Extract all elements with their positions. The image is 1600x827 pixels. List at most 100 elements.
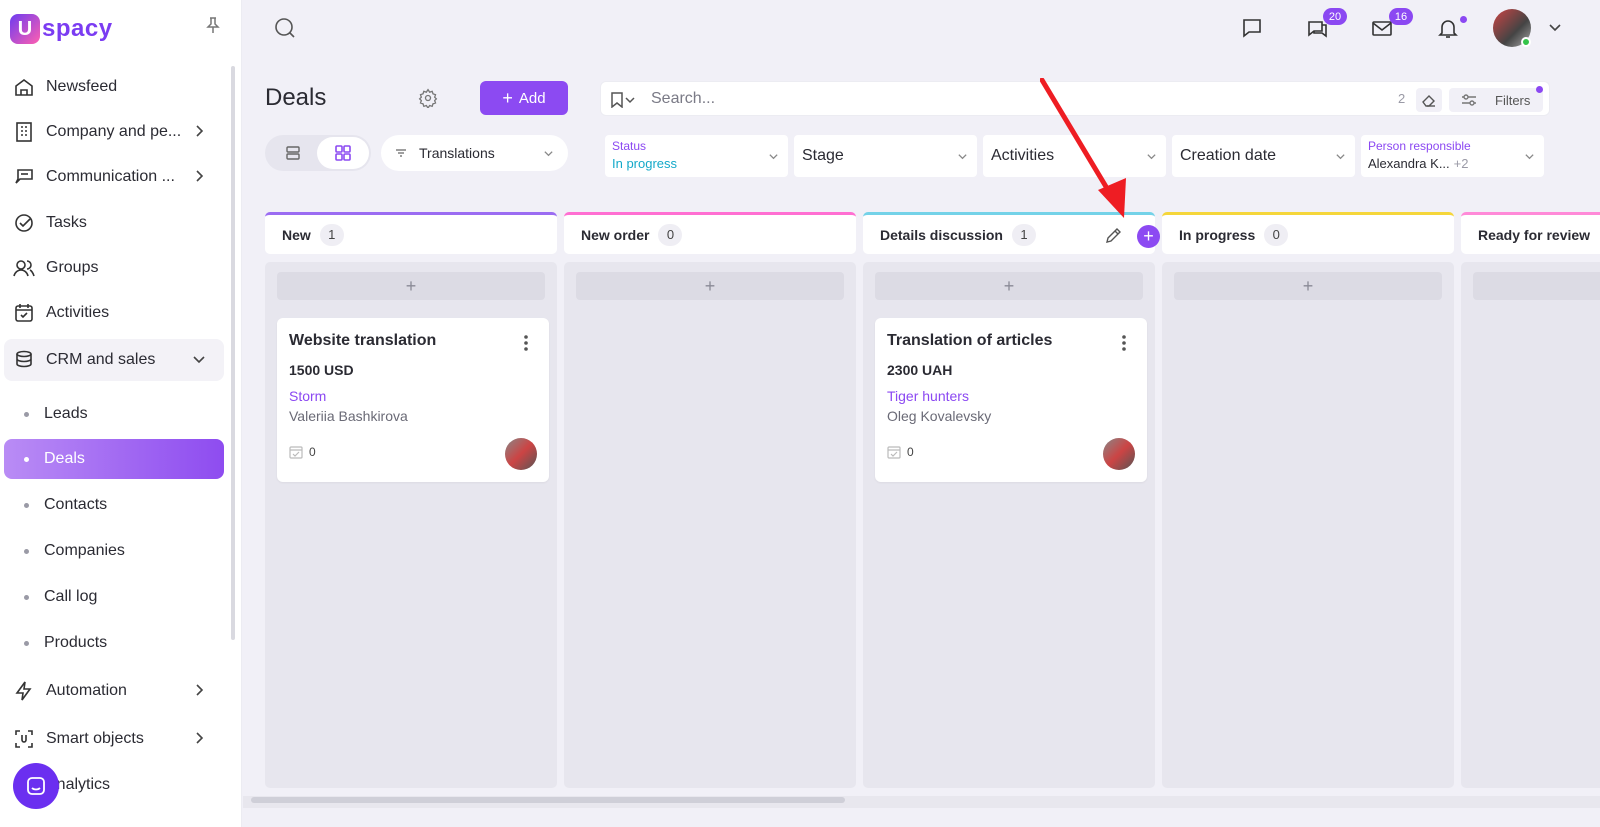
sidebar-item-company[interactable]: Company and pe... [4,111,224,153]
sidebar-sub-contacts[interactable]: Contacts [4,485,224,525]
sidebar-sub-call-log[interactable]: Call log [4,577,224,617]
calendar-check-icon [289,446,303,459]
add-stage-button[interactable]: + [1137,225,1160,248]
sidebar-sub-products[interactable]: Products [4,623,224,663]
chevron-down-icon[interactable] [1548,20,1562,34]
logo-mark: U [10,14,40,44]
sidebar-item-label: Smart objects [46,730,144,747]
add-deal-to-column-button[interactable]: + [1174,272,1442,300]
add-deal-to-column-button[interactable]: + [277,272,545,300]
sidebar-sub-label: Contacts [44,496,108,513]
sidebar-item-automation[interactable]: Automation [4,670,224,712]
pencil-icon[interactable] [1104,225,1124,245]
sidebar-item-tasks[interactable]: Tasks [4,202,224,244]
chevron-right-icon [196,125,204,137]
bullet [24,411,29,417]
deal-title[interactable]: Website translation [289,332,436,350]
person-responsible-filter[interactable]: Person responsible Alexandra K... +2 [1361,135,1544,177]
database-icon [16,350,32,368]
list-view-button[interactable] [267,137,319,169]
deal-card[interactable]: Website translation 1500 USD Storm Valer… [277,318,549,482]
column-header[interactable]: In progress 0 [1162,212,1454,254]
mail-badge: 16 [1389,8,1413,25]
bell-icon[interactable] [1436,16,1460,40]
chat-widget-icon [27,777,45,795]
board-scrollbar-thumb[interactable] [251,797,845,803]
message-icon[interactable] [1240,16,1264,40]
kanban-column: New 1 + Website translation 1500 USD Sto… [265,212,557,788]
kanban-view-button[interactable] [317,137,369,169]
column-header[interactable]: New 1 [265,212,557,254]
stage-filter[interactable]: Stage [794,135,977,177]
sidebar-sub-leads[interactable]: Leads [4,394,224,434]
filter-placeholder: Activities [991,147,1055,164]
gear-icon[interactable] [418,88,438,108]
sidebar-sub-companies[interactable]: Companies [4,531,224,571]
page-title: Deals [265,84,327,111]
deal-company-link[interactable]: Storm [289,388,326,404]
grid-icon [335,145,351,161]
add-deal-to-column-button[interactable] [1473,272,1600,300]
sidebar-sub-label: Call log [44,588,98,605]
clear-filters-button[interactable] [1416,88,1442,112]
activities-counter[interactable]: 0 [289,445,316,459]
sidebar-sub-deals[interactable]: Deals [4,439,224,479]
deal-title[interactable]: Translation of articles [887,332,1052,350]
column-body: + [1162,262,1454,788]
more-vertical-icon[interactable] [523,334,529,352]
search-input[interactable] [651,83,1371,114]
column-header[interactable]: New order 0 [564,212,856,254]
sidebar-item-groups[interactable]: Groups [4,247,224,289]
sidebar-item-crm[interactable]: CRM and sales [4,339,224,381]
sidebar-item-smart-objects[interactable]: Smart objects [4,718,224,760]
plus-icon: + [502,87,513,108]
sidebar-item-communication[interactable]: Communication ... [4,156,224,198]
sidebar-item-label: Activities [46,304,110,321]
activities-filter[interactable]: Activities [983,135,1166,177]
sidebar-scrollbar[interactable] [231,66,235,640]
column-body: + Website translation 1500 USD Storm Val… [265,262,557,788]
status-filter[interactable]: Status In progress [605,135,788,177]
sidebar-item-label: Communication ... [46,168,175,185]
chevron-down-icon [1147,154,1156,160]
calendar-check-icon [887,446,901,459]
deal-amount: 1500 USD [289,362,354,378]
deal-company-link[interactable]: Tiger hunters [887,388,969,404]
add-deal-to-column-button[interactable]: + [576,272,844,300]
logo[interactable]: U spacy [10,12,113,46]
filters-button[interactable]: Filters [1449,88,1543,112]
deal-card[interactable]: Translation of articles 2300 UAH Tiger h… [875,318,1147,482]
support-chat-button[interactable] [13,763,59,809]
activities-counter[interactable]: 0 [887,445,914,459]
sidebar-item-newsfeed[interactable]: Newsfeed [4,66,224,108]
pipeline-select[interactable]: Translations [381,135,568,171]
sidebar-item-activities[interactable]: Activities [4,292,224,334]
search-icon[interactable] [273,16,297,40]
responsible-avatar[interactable] [505,438,537,470]
sliders-icon [1462,94,1476,106]
building-icon [16,122,32,142]
sidebar-item-label: Groups [46,259,99,276]
column-body: + Translation of articles 2300 UAH Tiger… [863,262,1155,788]
home-icon [15,79,33,96]
filter-label: Person responsible [1368,139,1471,153]
add-deal-button[interactable]: + Add [480,81,568,115]
column-header[interactable]: Details discussion 1 + [863,212,1160,254]
bullet [24,594,29,600]
column-header[interactable]: Ready for review [1461,212,1600,254]
more-vertical-icon[interactable] [1121,334,1127,352]
chat-icon [15,169,33,184]
filters-active-dot [1536,86,1543,93]
column-count: 0 [1264,223,1289,246]
add-deal-to-column-button[interactable]: + [875,272,1143,300]
smart-object-icon [15,730,33,748]
saved-filters-button[interactable] [611,91,641,109]
creation-date-filter[interactable]: Creation date [1172,135,1355,177]
filter-count: 2 [1398,91,1406,106]
pin-icon[interactable] [204,16,222,34]
chevron-down-icon [193,356,205,364]
filters-label: Filters [1495,92,1531,108]
responsible-avatar[interactable] [1103,438,1135,470]
column-title: New order [581,226,650,243]
chevron-down-icon [1336,154,1345,160]
